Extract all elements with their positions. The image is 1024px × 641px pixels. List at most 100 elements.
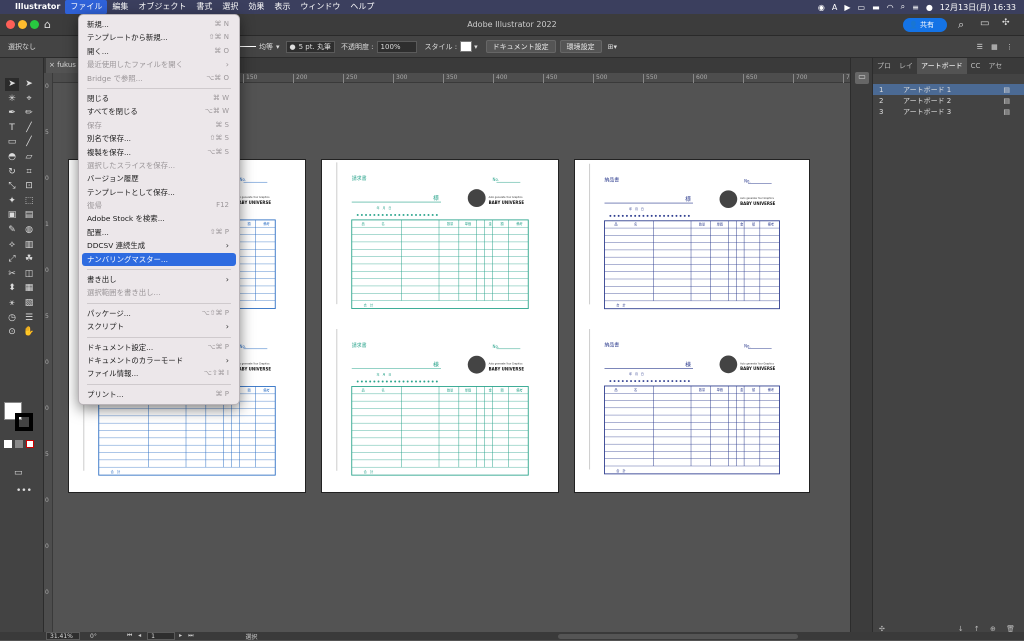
layers-tool-tool-icon[interactable]: ☰	[22, 312, 36, 325]
blend-tool-icon[interactable]: ◍	[22, 224, 36, 237]
menu-edit[interactable]: 編集	[107, 0, 133, 14]
menu-item[interactable]: 配置... ⇧⌘ P	[79, 226, 239, 239]
menu-item[interactable]: すべてを閉じる ⌥⌘ W	[79, 105, 239, 118]
scale-tool-icon[interactable]: ⌗	[22, 166, 36, 179]
menu-item[interactable]: 開く... ⌘ O	[79, 45, 239, 58]
comments-icon[interactable]: ▭	[855, 72, 869, 84]
align-icons[interactable]: ☰ ▦ ⋮	[977, 43, 1016, 51]
paintbrush-tool-icon[interactable]: ╱	[22, 136, 36, 149]
eraser-tool-icon[interactable]: ◫	[22, 268, 36, 281]
menu-item[interactable]: 複製を保存... ⌥⌘ S	[79, 146, 239, 159]
menu-item[interactable]: 閉じる ⌘ W	[79, 92, 239, 105]
menu-illustrator[interactable]: Illustrator	[10, 0, 65, 14]
document-setup-button[interactable]: ドキュメント設定	[485, 40, 556, 53]
zoom-tool-tool-icon[interactable]: ◷	[5, 312, 19, 325]
vertical-ruler[interactable]: 050105005000	[44, 73, 53, 632]
menu-item[interactable]: プリント... ⌘ P	[79, 388, 239, 401]
hand-swap-tool-icon[interactable]: ⬍	[5, 282, 19, 295]
line-tool-icon[interactable]: ╱	[22, 122, 36, 135]
menu-object[interactable]: オブジェクト	[133, 0, 191, 14]
rectangle-tool-icon[interactable]: ▭	[5, 136, 19, 149]
brush-select[interactable]: ● 5 pt. 丸筆	[285, 40, 335, 53]
magic-wand-tool-icon[interactable]: ✳	[5, 93, 19, 106]
artboard-nav-prev[interactable]: ⏮ ◂	[127, 632, 143, 640]
clock[interactable]: 12月13日(月) 16:33	[940, 2, 1016, 13]
menu-item[interactable]: テンプレートとして保存...	[79, 186, 239, 199]
artboard-3[interactable]: 納品書 No. 様年 月 日 Auto generate Your Graphics B…	[574, 159, 810, 493]
panel-tab[interactable]: プロ	[873, 58, 895, 74]
menu-file[interactable]: ファイル	[65, 0, 108, 14]
share-button[interactable]: 👤 共有	[903, 18, 947, 32]
rotate-tool-icon[interactable]: ↻	[5, 166, 19, 179]
print-tiling-tool-icon[interactable]: ⊙	[5, 326, 19, 339]
perspective-tool-icon[interactable]: ⬚	[22, 195, 36, 208]
artboard-options-icon[interactable]: ▤	[1003, 108, 1010, 116]
menu-item[interactable]: 書き出し ›	[79, 273, 239, 286]
media-icon[interactable]: ▶	[844, 3, 850, 12]
pen-tool-icon[interactable]: ✒	[5, 107, 19, 120]
color-mode-icon[interactable]	[4, 440, 12, 448]
gradient-tool-icon[interactable]: ▤	[22, 209, 36, 222]
screen-mode-icon[interactable]: ▭	[14, 468, 23, 478]
menu-help[interactable]: ヘルプ	[345, 0, 379, 14]
eyedropper-tool-icon[interactable]: ✎	[5, 224, 19, 237]
menu-effect[interactable]: 効果	[243, 0, 269, 14]
menu-item[interactable]: パッケージ... ⌥⇧⌘ P	[79, 307, 239, 320]
chevron-down-icon[interactable]: ▾	[474, 43, 478, 51]
siri-icon[interactable]: ●	[926, 3, 933, 12]
font-icon[interactable]: A	[832, 3, 837, 12]
tab-close-icon[interactable]: ×	[49, 61, 55, 69]
menu-item[interactable]: ナンバリングマスター...	[82, 252, 236, 267]
gradient-mode-icon[interactable]	[15, 440, 23, 448]
menu-item[interactable]: Adobe Stock を検索...	[79, 212, 239, 225]
menu-item[interactable]: ドキュメント設定... ⌥⌘ P	[79, 341, 239, 354]
stroke-swatch[interactable]	[15, 413, 33, 431]
menu-item[interactable]: バージョン履歴	[79, 172, 239, 185]
artboard-row[interactable]: 1 アートボード 1 ▤	[873, 84, 1024, 95]
artboard-number-field[interactable]: 1	[147, 632, 176, 640]
symbol-sprayer-tool-icon[interactable]: ⟡	[5, 239, 19, 252]
menu-window[interactable]: ウィンドウ	[295, 0, 345, 14]
menu-type[interactable]: 書式	[191, 0, 217, 14]
artboard-tool-icon[interactable]: ⤢	[5, 253, 19, 266]
more-tools-icon[interactable]: •••	[16, 486, 32, 496]
artboard-nav-next[interactable]: ▸ ⏭	[179, 632, 195, 640]
artboard-row[interactable]: 2 アートボード 2 ▤	[873, 95, 1024, 106]
panel-tab[interactable]: アートボード	[917, 58, 967, 74]
zoom-field[interactable]: 31.41%	[46, 632, 80, 640]
menu-item[interactable]: 別名で保存... ⇧⌘ S	[79, 132, 239, 145]
workspace-menu-icon[interactable]: ✣	[1002, 18, 1010, 28]
shape-builder-tool-icon[interactable]: ✦	[5, 195, 19, 208]
width-tool-icon[interactable]: ⤡	[5, 180, 19, 193]
menu-item[interactable]: DDCSV 連続生成 ›	[79, 239, 239, 252]
control-center-icon[interactable]: ≡	[912, 3, 919, 12]
scissors-tool-icon[interactable]: ✂	[5, 268, 19, 281]
lasso-tool-icon[interactable]: ⌖	[22, 93, 36, 106]
opacity-input[interactable]: 100%	[376, 40, 417, 53]
menu-item[interactable]: テンプレートから新規... ⇧⌘ N	[79, 31, 239, 44]
fill-tool-icon[interactable]: ▧	[22, 297, 36, 310]
puppet-tool-icon[interactable]: ⚹	[5, 297, 19, 310]
preferences-button[interactable]: 環境設定	[559, 40, 602, 53]
menu-view[interactable]: 表示	[269, 0, 295, 14]
apple-icon[interactable]	[0, 0, 10, 14]
menu-item[interactable]: スクリプト ›	[79, 320, 239, 333]
cc-icon[interactable]: ◉	[818, 3, 825, 12]
none-mode-icon[interactable]	[26, 440, 34, 448]
panel-tab[interactable]: アセ	[984, 58, 1006, 74]
arrange-icon[interactable]: ⊞▾	[608, 43, 617, 51]
workspace-icon[interactable]: ▭	[980, 18, 989, 29]
stroke-profile[interactable]: 均等 ▾	[236, 42, 280, 52]
mesh-tool-icon[interactable]: ▣	[5, 209, 19, 222]
selection-tool-icon[interactable]: ➤	[5, 78, 19, 91]
shaper-tool-icon[interactable]: ◓	[5, 151, 19, 164]
menu-item[interactable]: 新規... ⌘ N	[79, 18, 239, 31]
column-graph-tool-icon[interactable]: ▥	[22, 239, 36, 252]
pencil-tool-icon[interactable]: ▱	[22, 151, 36, 164]
horizontal-scrollbar[interactable]	[557, 633, 798, 639]
artboard-options-icon[interactable]: ▤	[1003, 86, 1010, 94]
style-swatch[interactable]	[460, 41, 473, 52]
curvature-tool-icon[interactable]: ✏	[22, 107, 36, 120]
panel-tab[interactable]: レイ	[895, 58, 917, 74]
hand-tool-icon[interactable]: ✋	[22, 326, 36, 339]
